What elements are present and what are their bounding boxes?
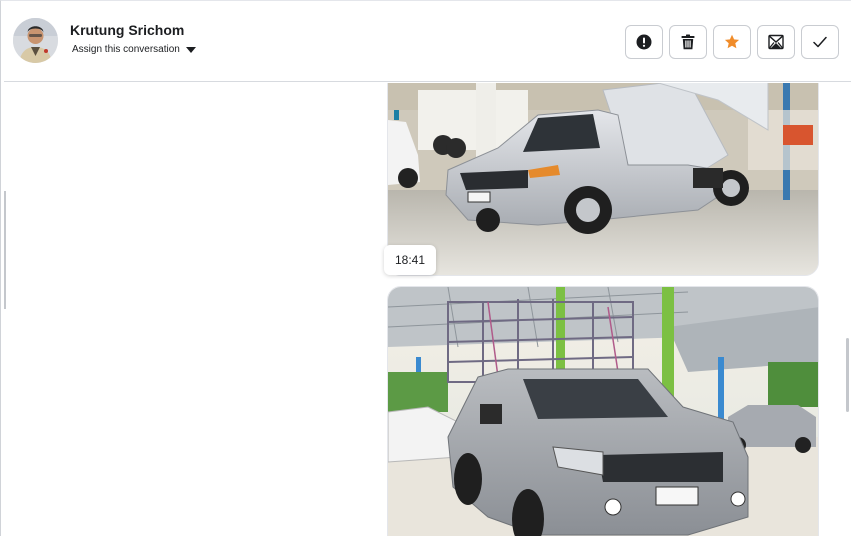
- thread-scrollbar[interactable]: [846, 338, 849, 412]
- panel-divider: [4, 191, 6, 309]
- check-icon: [813, 36, 827, 48]
- trash-icon: [681, 34, 695, 50]
- report-button[interactable]: [625, 25, 663, 59]
- envelope-icon: [768, 34, 784, 50]
- done-button[interactable]: [801, 25, 839, 59]
- caret-down-icon: [185, 46, 196, 53]
- conversation-header: Krutung Srichom Assign this conversation: [4, 2, 851, 82]
- mark-unread-button[interactable]: [757, 25, 795, 59]
- assign-label: Assign this conversation: [72, 44, 180, 55]
- message-image[interactable]: [387, 83, 819, 276]
- star-icon: [724, 34, 740, 49]
- conversation-actions: [625, 25, 839, 59]
- exclamation-circle-icon: [636, 34, 652, 50]
- star-button[interactable]: [713, 25, 751, 59]
- assign-conversation-dropdown[interactable]: Assign this conversation: [72, 44, 196, 55]
- delete-button[interactable]: [669, 25, 707, 59]
- message-image[interactable]: [387, 286, 819, 536]
- message-timestamp: 18:41: [384, 245, 437, 275]
- avatar[interactable]: [13, 18, 58, 63]
- message-thread[interactable]: 18:41: [4, 83, 846, 536]
- contact-name: Krutung Srichom: [70, 22, 185, 38]
